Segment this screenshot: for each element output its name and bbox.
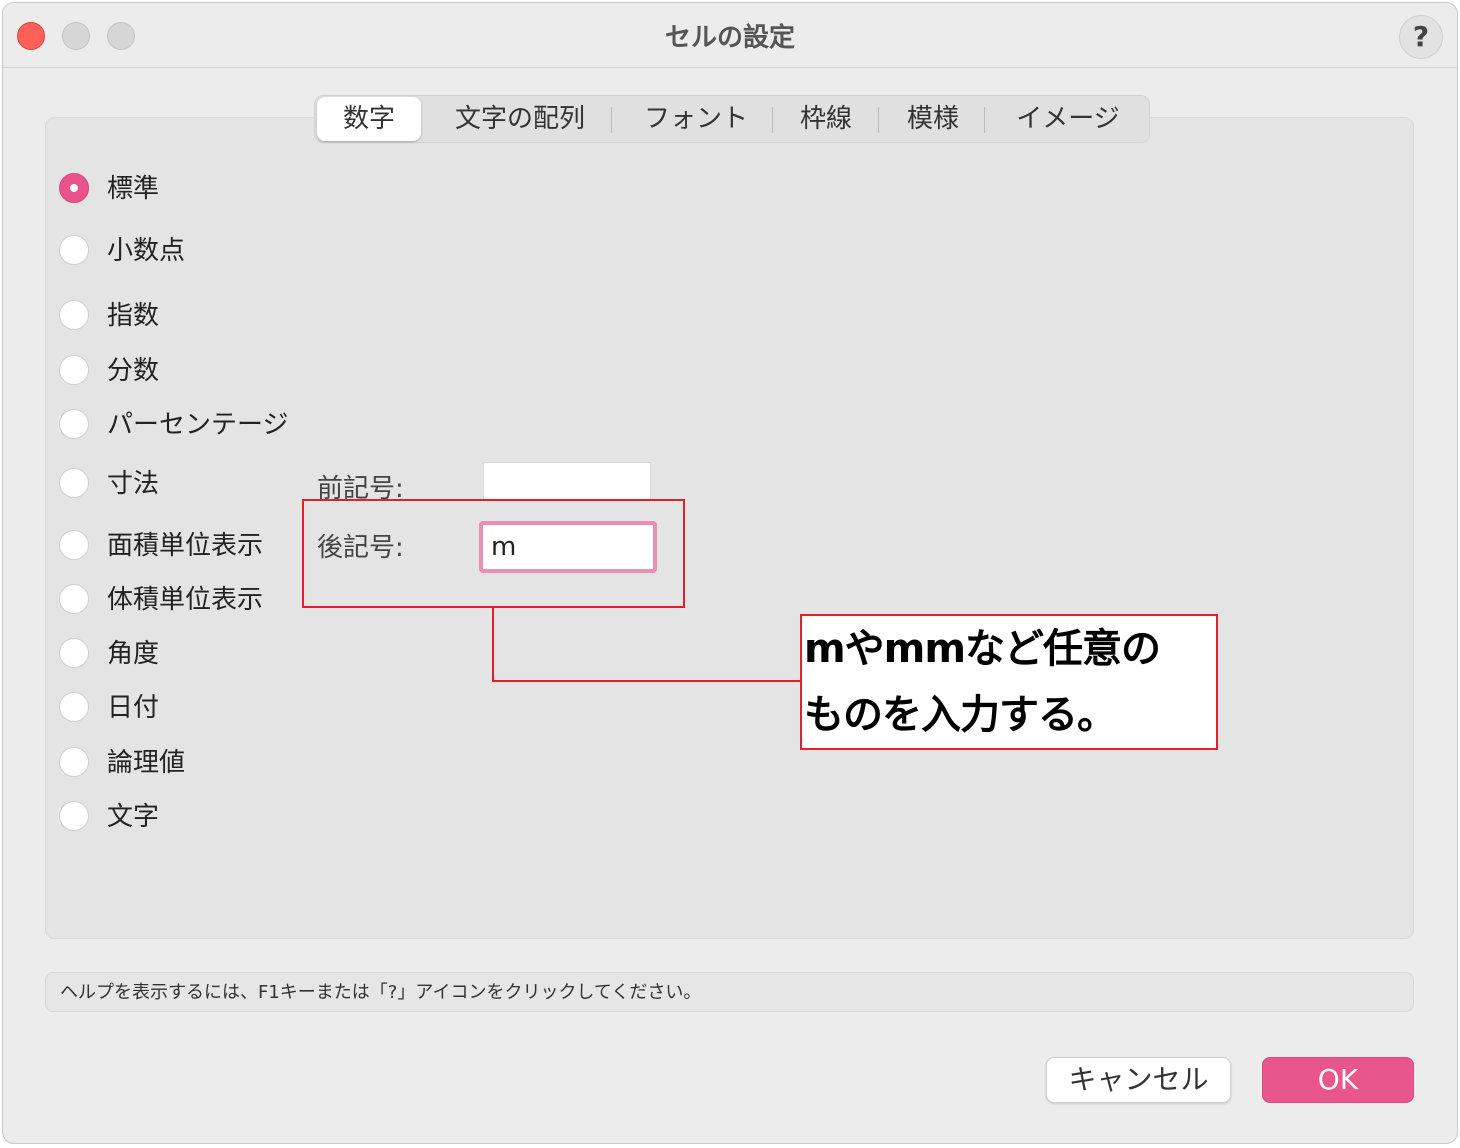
title-bar: セルの設定 ? (3, 3, 1457, 68)
tab-separator (878, 107, 879, 133)
cell-settings-dialog: セルの設定 ? 数字 文字の配列 フォント 枠線 模様 イメージ 標準 小数点 … (2, 2, 1458, 1144)
radio-button[interactable] (59, 468, 89, 498)
annotation-highlight-box (302, 499, 685, 608)
tab-number[interactable]: 数字 (317, 97, 421, 141)
format-option-label: 小数点 (107, 236, 186, 266)
radio-button[interactable] (59, 409, 89, 439)
tab-image[interactable]: イメージ (995, 96, 1141, 142)
radio-button[interactable] (59, 801, 89, 831)
radio-button[interactable] (59, 692, 89, 722)
tab-separator (611, 107, 612, 133)
tab-alignment[interactable]: 文字の配列 (435, 96, 605, 142)
annotation-line-2: ものを入力する。 (804, 692, 1117, 738)
cancel-button[interactable]: キャンセル (1046, 1057, 1231, 1103)
dialog-title: セルの設定 (664, 23, 795, 53)
tab-separator (984, 107, 985, 133)
help-hint-bar: ヘルプを表示するには、F1キーまたは「?」アイコンをクリックしてください。 (45, 972, 1414, 1012)
format-option-label: 標準 (107, 174, 160, 204)
format-option-label: 論理値 (107, 748, 186, 778)
radio-button[interactable] (59, 173, 89, 203)
format-option-label: 寸法 (107, 469, 160, 499)
help-button[interactable]: ? (1399, 15, 1443, 59)
tab-font[interactable]: フォント (621, 96, 771, 142)
annotation-connector-horizontal (492, 680, 802, 682)
ok-button[interactable]: OK (1262, 1057, 1414, 1103)
format-option-label: 日付 (107, 693, 160, 723)
tab-pattern[interactable]: 模様 (888, 96, 978, 142)
radio-button[interactable] (59, 300, 89, 330)
radio-button[interactable] (59, 530, 89, 560)
radio-button[interactable] (59, 355, 89, 385)
format-option-label: パーセンテージ (107, 410, 289, 440)
radio-button[interactable] (59, 584, 89, 614)
format-option-label: 分数 (107, 356, 160, 386)
radio-button[interactable] (59, 235, 89, 265)
radio-button[interactable] (59, 638, 89, 668)
tab-separator (772, 107, 773, 133)
format-option-label: 角度 (107, 639, 160, 669)
tab-bar: 数字 文字の配列 フォント 枠線 模様 イメージ (314, 95, 1150, 143)
format-option-label: 文字 (107, 802, 160, 832)
prefix-input[interactable] (483, 462, 651, 502)
format-option-label: 面積単位表示 (107, 531, 264, 561)
annotation-connector-vertical (492, 606, 494, 682)
tab-border[interactable]: 枠線 (781, 96, 871, 142)
format-option-label: 指数 (107, 301, 160, 331)
annotation-callout: mやmmなど任意の ものを入力する。 (800, 614, 1218, 750)
format-option-label: 体積単位表示 (107, 585, 264, 615)
annotation-line-1: mやmmなど任意の (804, 626, 1161, 672)
radio-button[interactable] (59, 747, 89, 777)
